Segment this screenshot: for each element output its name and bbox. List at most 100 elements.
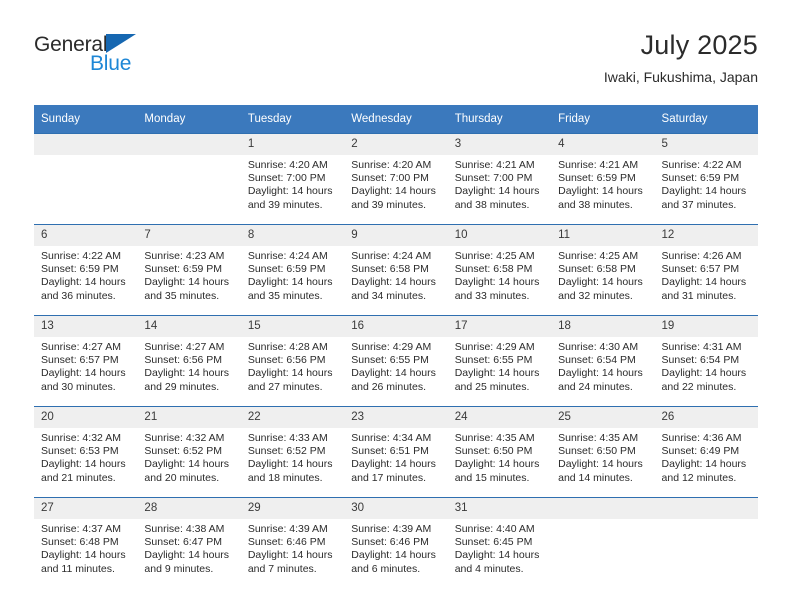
day-cell[interactable]: 11 Sunrise: 4:25 AM Sunset: 6:58 PM Dayl… bbox=[551, 224, 655, 316]
daylight-text-line1: Daylight: 14 hours bbox=[351, 458, 436, 471]
day-cell[interactable]: 12 Sunrise: 4:26 AM Sunset: 6:57 PM Dayl… bbox=[654, 224, 758, 316]
day-cell[interactable]: 28 Sunrise: 4:38 AM Sunset: 6:47 PM Dayl… bbox=[137, 497, 241, 588]
day-cell[interactable]: 7 Sunrise: 4:23 AM Sunset: 6:59 PM Dayli… bbox=[137, 224, 241, 316]
day-cell[interactable]: 4 Sunrise: 4:21 AM Sunset: 6:59 PM Dayli… bbox=[551, 133, 655, 225]
day-number: 20 bbox=[34, 407, 138, 428]
day-cell[interactable] bbox=[654, 497, 758, 588]
day-info: Sunrise: 4:21 AM Sunset: 6:59 PM Dayligh… bbox=[551, 155, 654, 212]
day-cell[interactable]: 8 Sunrise: 4:24 AM Sunset: 6:59 PM Dayli… bbox=[240, 224, 345, 316]
day-cell[interactable]: 22 Sunrise: 4:33 AM Sunset: 6:52 PM Dayl… bbox=[240, 406, 345, 498]
day-cell[interactable]: 5 Sunrise: 4:22 AM Sunset: 6:59 PM Dayli… bbox=[654, 133, 758, 225]
day-cell-inner bbox=[137, 134, 241, 224]
day-number: 28 bbox=[137, 498, 241, 519]
daylight-text-line2: and 4 minutes. bbox=[454, 562, 524, 575]
sunset-text: Sunset: 6:53 PM bbox=[41, 445, 119, 458]
day-cell[interactable]: 3 Sunrise: 4:21 AM Sunset: 7:00 PM Dayli… bbox=[447, 133, 552, 225]
page-header: General Blue July 2025 Iwaki, Fukushima,… bbox=[34, 28, 758, 90]
day-cell[interactable]: 14 Sunrise: 4:27 AM Sunset: 6:56 PM Dayl… bbox=[137, 315, 241, 407]
day-cell[interactable]: 6 Sunrise: 4:22 AM Sunset: 6:59 PM Dayli… bbox=[34, 224, 138, 316]
sunset-text: Sunset: 6:46 PM bbox=[351, 536, 429, 549]
day-cell-inner: 28 Sunrise: 4:38 AM Sunset: 6:47 PM Dayl… bbox=[137, 498, 241, 588]
week-row: 6 Sunrise: 4:22 AM Sunset: 6:59 PM Dayli… bbox=[34, 224, 758, 316]
day-cell[interactable] bbox=[137, 133, 241, 225]
daylight-text-line2: and 18 minutes. bbox=[247, 471, 323, 484]
brand-logo[interactable]: General Blue bbox=[34, 34, 234, 86]
sunset-text: Sunset: 6:59 PM bbox=[247, 263, 326, 276]
day-number: 26 bbox=[654, 407, 758, 428]
calendar-page: General Blue July 2025 Iwaki, Fukushima,… bbox=[0, 0, 792, 612]
daylight-text-line1: Daylight: 14 hours bbox=[661, 367, 747, 380]
day-cell[interactable]: 1 Sunrise: 4:20 AM Sunset: 7:00 PM Dayli… bbox=[240, 133, 345, 225]
day-number: 6 bbox=[34, 225, 138, 246]
sunrise-text: Sunrise: 4:22 AM bbox=[661, 159, 742, 171]
sunset-text: Sunset: 6:48 PM bbox=[41, 536, 119, 549]
sunset-text: Sunset: 6:50 PM bbox=[454, 445, 533, 458]
daylight-text-line2: and 22 minutes. bbox=[661, 380, 737, 393]
day-info: Sunrise: 4:24 AM Sunset: 6:58 PM Dayligh… bbox=[344, 246, 447, 303]
day-number: 23 bbox=[344, 407, 448, 428]
day-cell[interactable]: 29 Sunrise: 4:39 AM Sunset: 6:46 PM Dayl… bbox=[240, 497, 345, 588]
day-cell[interactable]: 13 Sunrise: 4:27 AM Sunset: 6:57 PM Dayl… bbox=[34, 315, 138, 407]
sunrise-text: Sunrise: 4:21 AM bbox=[558, 159, 639, 171]
day-info: Sunrise: 4:40 AM Sunset: 6:45 PM Dayligh… bbox=[448, 519, 551, 576]
daylight-text-line1: Daylight: 14 hours bbox=[41, 276, 126, 289]
day-info: Sunrise: 4:34 AM Sunset: 6:51 PM Dayligh… bbox=[344, 428, 447, 485]
day-cell-inner: 11 Sunrise: 4:25 AM Sunset: 6:58 PM Dayl… bbox=[551, 225, 655, 315]
sunset-text: Sunset: 6:54 PM bbox=[558, 354, 636, 367]
day-cell-inner: 8 Sunrise: 4:24 AM Sunset: 6:59 PM Dayli… bbox=[240, 225, 345, 315]
day-cell[interactable]: 9 Sunrise: 4:24 AM Sunset: 6:58 PM Dayli… bbox=[344, 224, 448, 316]
day-cell[interactable]: 26 Sunrise: 4:36 AM Sunset: 6:49 PM Dayl… bbox=[654, 406, 758, 498]
day-cell[interactable]: 25 Sunrise: 4:35 AM Sunset: 6:50 PM Dayl… bbox=[551, 406, 655, 498]
day-number: 13 bbox=[34, 316, 138, 337]
day-cell[interactable]: 31 Sunrise: 4:40 AM Sunset: 6:45 PM Dayl… bbox=[447, 497, 552, 588]
day-cell-inner: 12 Sunrise: 4:26 AM Sunset: 6:57 PM Dayl… bbox=[654, 225, 758, 315]
daylight-text-line2: and 31 minutes. bbox=[661, 289, 737, 302]
day-cell-inner: 5 Sunrise: 4:22 AM Sunset: 6:59 PM Dayli… bbox=[654, 134, 758, 224]
day-cell[interactable]: 18 Sunrise: 4:30 AM Sunset: 6:54 PM Dayl… bbox=[551, 315, 655, 407]
day-info bbox=[137, 155, 240, 159]
sunrise-text: Sunrise: 4:32 AM bbox=[144, 432, 225, 444]
day-cell[interactable] bbox=[34, 133, 138, 225]
brand-name-blue: Blue bbox=[90, 52, 132, 75]
day-cell-inner: 29 Sunrise: 4:39 AM Sunset: 6:46 PM Dayl… bbox=[240, 498, 345, 588]
day-info: Sunrise: 4:25 AM Sunset: 6:58 PM Dayligh… bbox=[448, 246, 551, 303]
day-cell[interactable]: 24 Sunrise: 4:35 AM Sunset: 6:50 PM Dayl… bbox=[447, 406, 552, 498]
day-number: 27 bbox=[34, 498, 138, 519]
daylight-text-line1: Daylight: 14 hours bbox=[351, 367, 436, 380]
day-cell[interactable]: 27 Sunrise: 4:37 AM Sunset: 6:48 PM Dayl… bbox=[34, 497, 138, 588]
daylight-text-line2: and 37 minutes. bbox=[661, 198, 737, 211]
weekday-header-tuesday: Tuesday bbox=[240, 105, 345, 134]
day-cell[interactable]: 19 Sunrise: 4:31 AM Sunset: 6:54 PM Dayl… bbox=[654, 315, 758, 407]
day-cell[interactable]: 2 Sunrise: 4:20 AM Sunset: 7:00 PM Dayli… bbox=[344, 133, 448, 225]
day-info bbox=[34, 155, 137, 159]
day-cell[interactable]: 15 Sunrise: 4:28 AM Sunset: 6:56 PM Dayl… bbox=[240, 315, 345, 407]
day-cell[interactable]: 21 Sunrise: 4:32 AM Sunset: 6:52 PM Dayl… bbox=[137, 406, 241, 498]
day-cell[interactable]: 10 Sunrise: 4:25 AM Sunset: 6:58 PM Dayl… bbox=[447, 224, 552, 316]
day-number: 9 bbox=[344, 225, 448, 246]
day-cell[interactable]: 23 Sunrise: 4:34 AM Sunset: 6:51 PM Dayl… bbox=[344, 406, 448, 498]
day-cell[interactable]: 20 Sunrise: 4:32 AM Sunset: 6:53 PM Dayl… bbox=[34, 406, 138, 498]
daylight-text-line2: and 39 minutes. bbox=[351, 198, 426, 211]
day-info: Sunrise: 4:36 AM Sunset: 6:49 PM Dayligh… bbox=[655, 428, 758, 485]
daylight-text-line1: Daylight: 14 hours bbox=[454, 276, 540, 289]
day-cell[interactable]: 17 Sunrise: 4:29 AM Sunset: 6:55 PM Dayl… bbox=[447, 315, 552, 407]
day-cell[interactable]: 30 Sunrise: 4:39 AM Sunset: 6:46 PM Dayl… bbox=[344, 497, 448, 588]
day-info bbox=[655, 519, 758, 523]
day-info: Sunrise: 4:33 AM Sunset: 6:52 PM Dayligh… bbox=[241, 428, 344, 485]
day-cell[interactable] bbox=[551, 497, 655, 588]
day-cell[interactable]: 16 Sunrise: 4:29 AM Sunset: 6:55 PM Dayl… bbox=[344, 315, 448, 407]
day-number: 8 bbox=[240, 225, 345, 246]
day-number bbox=[654, 498, 758, 519]
day-number: 10 bbox=[447, 225, 552, 246]
daylight-text-line1: Daylight: 14 hours bbox=[144, 276, 230, 289]
day-number: 31 bbox=[447, 498, 552, 519]
day-info: Sunrise: 4:39 AM Sunset: 6:46 PM Dayligh… bbox=[241, 519, 344, 576]
day-number: 18 bbox=[551, 316, 655, 337]
day-number: 15 bbox=[240, 316, 345, 337]
sunset-text: Sunset: 6:58 PM bbox=[351, 263, 429, 276]
sunset-text: Sunset: 6:54 PM bbox=[661, 354, 740, 367]
title-block: July 2025 Iwaki, Fukushima, Japan bbox=[604, 28, 758, 88]
day-number bbox=[137, 134, 241, 155]
sunrise-text: Sunrise: 4:20 AM bbox=[247, 159, 328, 171]
day-info: Sunrise: 4:21 AM Sunset: 7:00 PM Dayligh… bbox=[448, 155, 551, 212]
